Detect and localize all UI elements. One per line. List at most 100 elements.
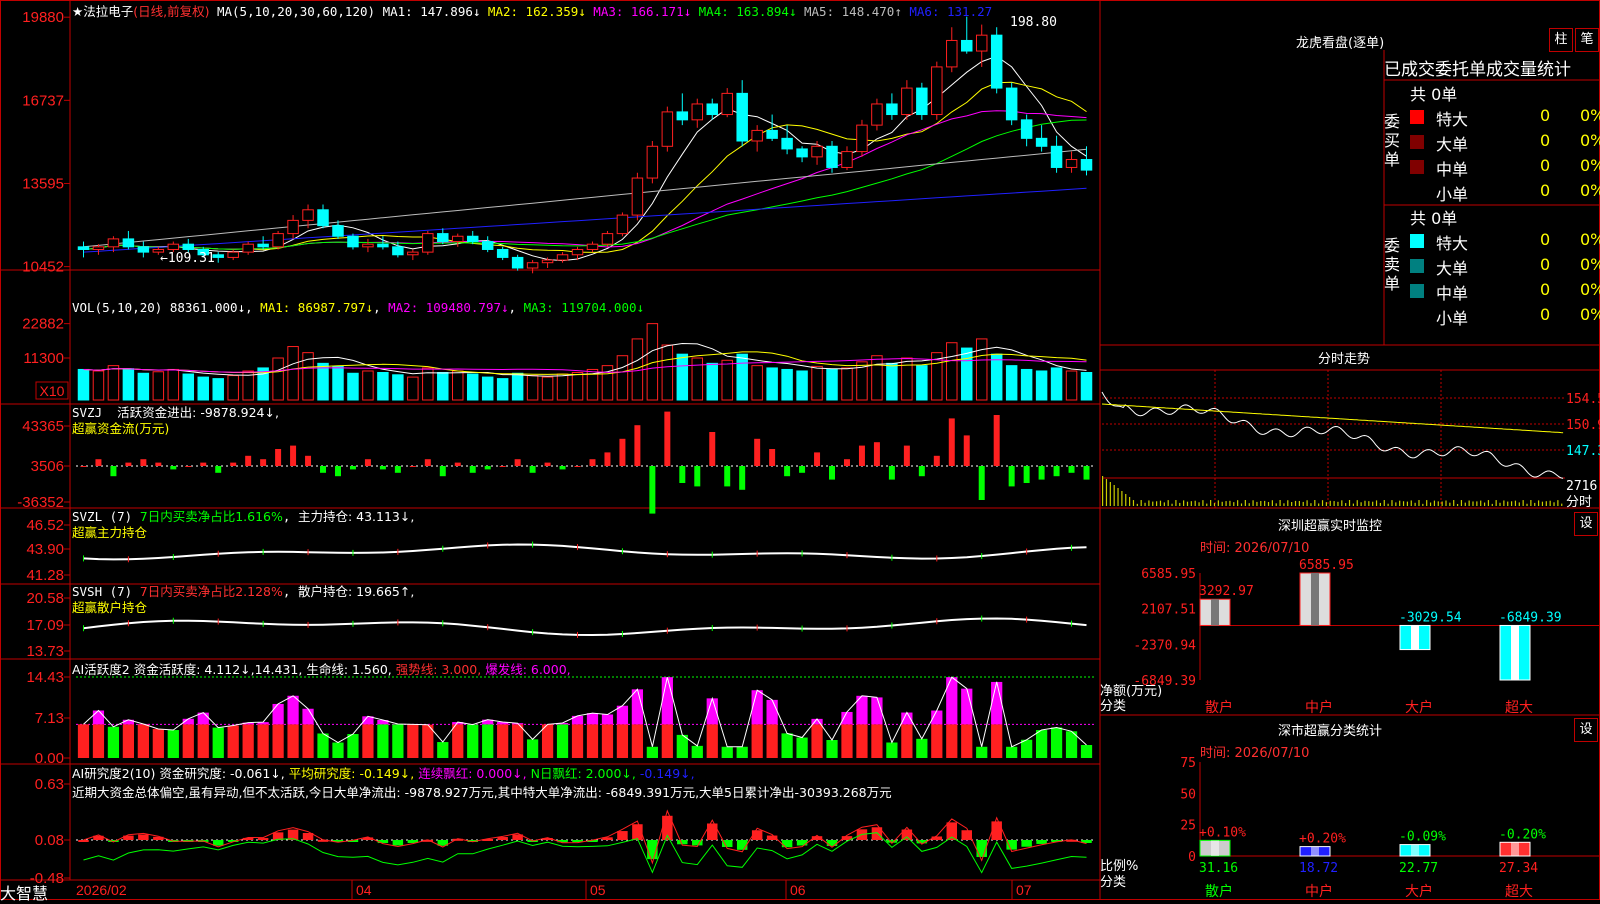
flow-bar xyxy=(904,446,910,466)
classify-bar-shade xyxy=(1311,847,1319,856)
activity-bar xyxy=(497,724,508,758)
candle-body xyxy=(587,244,597,249)
candle-body xyxy=(976,35,986,51)
row-swatch xyxy=(1410,185,1424,199)
tick-mode-button[interactable]: 笔 xyxy=(1575,28,1599,52)
classify-y-label: 50 xyxy=(1180,787,1196,802)
volume-bar xyxy=(797,371,807,400)
candle-body xyxy=(662,112,672,146)
minute-volume-bar xyxy=(1461,500,1462,506)
row-swatch xyxy=(1410,234,1424,248)
minute-volume-bar xyxy=(1114,485,1115,506)
ai1-y-label: 7.13 xyxy=(35,710,64,727)
candle-body xyxy=(1051,146,1061,167)
volume-bar xyxy=(1006,366,1016,400)
flow-bar xyxy=(784,466,790,476)
order-row: 中单00% xyxy=(1410,156,1600,178)
order-row: 大单00% xyxy=(1410,131,1600,153)
monitor-settings-button[interactable]: 设 xyxy=(1574,512,1598,536)
flow-bar xyxy=(425,459,431,466)
candle-body xyxy=(78,247,88,250)
classify-settings-button[interactable]: 设 xyxy=(1574,718,1598,742)
minute-volume-bar xyxy=(1314,500,1315,506)
flow-bar xyxy=(1054,466,1060,476)
minute-volume-bar xyxy=(1496,500,1497,506)
activity-bar xyxy=(198,724,209,758)
classify-y-label: 75 xyxy=(1180,756,1196,771)
activity-bar xyxy=(781,733,792,758)
volume-bar xyxy=(1021,369,1031,400)
research-bar xyxy=(1021,840,1031,847)
research-bar xyxy=(677,840,687,844)
activity-peak-bar xyxy=(752,690,763,724)
y-tick-label: 20.58 xyxy=(26,590,64,607)
classify-title: 深市超赢分类统计 xyxy=(1278,720,1382,739)
volume-bar xyxy=(153,372,163,400)
candle-body xyxy=(93,247,103,250)
candle-body xyxy=(617,215,627,234)
ma-label: MA(5,10,20,30,60,120) xyxy=(217,4,375,19)
volume-bar xyxy=(947,343,957,400)
minute-volume-bar xyxy=(1380,503,1381,506)
minute-volume-bar xyxy=(1252,500,1253,506)
minute-volume-bar xyxy=(1171,504,1172,506)
volume-bar xyxy=(168,369,178,400)
minute-volume-bar xyxy=(1519,502,1520,506)
activity-bar xyxy=(258,724,269,758)
buy-total: 共 0单 xyxy=(1410,81,1457,105)
minute-volume-bar xyxy=(1310,503,1311,506)
volume-bar xyxy=(318,363,328,400)
row-swatch xyxy=(1410,309,1424,323)
flow-bar xyxy=(694,466,700,486)
flow-bar xyxy=(260,459,266,466)
candle-body xyxy=(303,210,313,221)
monitor-title: 深圳超赢实时监控 xyxy=(1278,515,1382,534)
activity-bar xyxy=(976,747,987,758)
volume-bar xyxy=(228,376,238,400)
minute-volume-bar xyxy=(1141,500,1142,506)
activity-bar xyxy=(692,746,703,758)
activity-bar xyxy=(931,724,942,758)
volume-bar xyxy=(303,353,313,400)
minute-volume-bar xyxy=(1256,502,1257,506)
flow-bar xyxy=(589,459,595,466)
row-pct: 0% xyxy=(1580,131,1600,150)
stock-title[interactable]: ★法拉电子 xyxy=(72,4,133,19)
bar-mode-button[interactable]: 柱 xyxy=(1549,28,1573,52)
flow-bar xyxy=(200,463,206,466)
activity-peak-bar xyxy=(287,696,298,725)
classify-cat-label: 中户 xyxy=(1305,883,1333,900)
period-label: (日线,前复权) xyxy=(133,4,209,19)
flow-bar xyxy=(949,418,955,466)
flow-bar xyxy=(410,466,416,467)
flow-bar xyxy=(515,459,521,466)
minute-volume-bar xyxy=(1395,502,1396,506)
date-label: 2026/02 xyxy=(76,882,127,898)
y-tick-label: 46.52 xyxy=(26,517,64,534)
flow-bar xyxy=(739,466,745,490)
y-tick-label: 13.73 xyxy=(26,643,64,660)
activity-bar xyxy=(392,724,403,758)
svzj-y-label: 43365 xyxy=(22,418,64,435)
order-row: 大单00% xyxy=(1410,255,1600,277)
volume-bar xyxy=(108,366,118,400)
classify-y-label: 25 xyxy=(1180,819,1196,834)
activity-bar xyxy=(347,734,358,758)
activity-bar xyxy=(407,724,418,758)
minute-price-line xyxy=(1102,392,1563,478)
row-name: 大单 xyxy=(1436,131,1468,155)
brand-label: 大智慧 xyxy=(0,880,48,904)
low-label: ←109.31 xyxy=(160,251,215,266)
minute-volume-bar xyxy=(1550,501,1551,506)
svzj-label: 活跃资金进出: -9878.924↓, xyxy=(117,405,279,420)
volume-bar xyxy=(1081,373,1091,400)
minute-volume-bar xyxy=(1534,503,1535,506)
minute-volume-bar xyxy=(1345,503,1346,506)
minute-volume-bar xyxy=(1349,500,1350,506)
activity-bar xyxy=(527,739,538,758)
svzl-title: SVZL (7) 7日内买卖净占比1.616%, 主力持仓: 43.113↓, … xyxy=(72,509,414,541)
minute-volume-bar xyxy=(1465,503,1466,506)
activity-peak-bar xyxy=(946,677,957,724)
minute-volume-bar xyxy=(1164,502,1165,506)
order-row: 小单00% xyxy=(1410,181,1600,203)
